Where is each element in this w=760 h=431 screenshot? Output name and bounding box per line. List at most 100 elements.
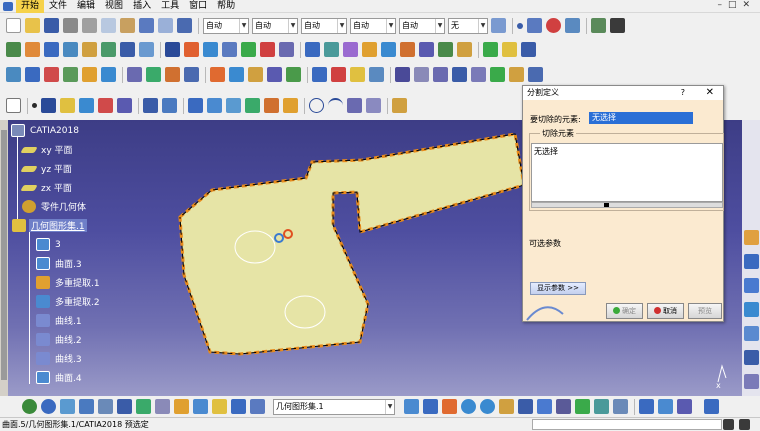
cut-icon[interactable] [82, 18, 97, 33]
whats-this-icon[interactable] [177, 18, 192, 33]
pan-icon[interactable] [423, 399, 438, 414]
plane-icon[interactable] [502, 42, 517, 57]
tree-item-part-body[interactable]: 零件几何体 [22, 198, 88, 215]
menu-file[interactable]: 文件 [44, 0, 72, 13]
helix-tool-icon[interactable] [207, 98, 222, 113]
analysis-icon[interactable] [210, 67, 225, 82]
normal-view-icon[interactable] [193, 399, 208, 414]
rolling-offset-icon[interactable] [63, 67, 78, 82]
menu-edit[interactable]: 编辑 [72, 0, 100, 13]
disassemble-icon[interactable] [222, 42, 237, 57]
multi-view-icon[interactable] [537, 399, 552, 414]
axis-icon[interactable] [60, 399, 75, 414]
point-icon[interactable] [517, 22, 523, 29]
law-icon[interactable] [331, 67, 346, 82]
tree-item-multi-extract-2[interactable]: 多重提取.2 [36, 293, 102, 310]
intersection-icon[interactable] [25, 67, 40, 82]
curvature-icon[interactable] [229, 67, 244, 82]
connect-icon[interactable] [162, 98, 177, 113]
iso-view-icon[interactable] [518, 399, 533, 414]
catia-logo-icon[interactable] [3, 1, 13, 11]
sphere-icon[interactable] [44, 42, 59, 57]
arrow-icon[interactable] [744, 374, 759, 389]
catalog-icon[interactable] [312, 67, 327, 82]
user-feature-icon[interactable] [528, 67, 543, 82]
projection-tool-icon[interactable] [79, 98, 94, 113]
spine-icon[interactable] [245, 98, 260, 113]
zoom-in-icon[interactable] [461, 399, 476, 414]
tree-item-surface-4[interactable]: 曲面.4 [36, 369, 84, 386]
snap-icon[interactable] [414, 67, 429, 82]
command-input[interactable] [532, 419, 722, 430]
menu-window[interactable]: 窗口 [184, 0, 212, 13]
select-icon[interactable] [212, 399, 227, 414]
preview-button[interactable]: 预览 [688, 303, 722, 319]
boundary-icon[interactable] [279, 42, 294, 57]
swap-visible-icon[interactable] [155, 399, 170, 414]
compass-icon[interactable] [79, 399, 94, 414]
power-copy-icon[interactable] [509, 67, 524, 82]
projection-icon[interactable] [6, 67, 21, 82]
heal-icon[interactable] [184, 42, 199, 57]
cylinder-icon[interactable] [63, 42, 78, 57]
chevron-down-icon[interactable]: ▼ [435, 18, 444, 33]
porcupine-icon[interactable] [286, 67, 301, 82]
walk-mode-icon[interactable] [41, 399, 56, 414]
ok-button[interactable]: 确定 [606, 303, 643, 319]
redo-icon[interactable] [158, 18, 173, 33]
fit-all-icon[interactable] [404, 399, 419, 414]
transparency-combo[interactable]: 自动 ▼ [252, 17, 298, 34]
translate-icon[interactable] [362, 42, 377, 57]
cut-elements-scrollbar[interactable] [531, 202, 723, 208]
tree-item-multi-extract-1[interactable]: 多重提取.1 [36, 274, 102, 291]
knowledge-icon[interactable] [392, 98, 407, 113]
tree-root[interactable]: CATIA2018 [11, 122, 81, 139]
render-icon[interactable] [613, 399, 628, 414]
extrapolate-icon[interactable] [457, 42, 472, 57]
plane-tool-icon[interactable] [60, 98, 75, 113]
tree-item-surface-3[interactable]: 曲面.3 [36, 255, 84, 272]
grid-icon[interactable] [98, 399, 113, 414]
measure-icon[interactable] [610, 18, 625, 33]
tree-item-geometric-set[interactable]: 几何图形集.1 [12, 217, 87, 234]
join-icon[interactable] [165, 42, 180, 57]
measure-item-icon[interactable] [639, 399, 654, 414]
ruler-icon[interactable] [174, 399, 189, 414]
record-icon[interactable] [723, 419, 734, 430]
copy-icon[interactable] [101, 18, 116, 33]
layer-icon[interactable] [117, 399, 132, 414]
extract-icon[interactable] [305, 42, 320, 57]
menu-insert[interactable]: 插入 [128, 0, 156, 13]
stop-icon[interactable] [739, 419, 750, 430]
untrim-icon[interactable] [203, 42, 218, 57]
undo-icon[interactable] [139, 18, 154, 33]
work-object-combo[interactable]: 几何图形集.1 ▼ [273, 398, 395, 415]
cube-icon[interactable] [744, 350, 759, 365]
cube-icon[interactable] [744, 278, 759, 293]
cube-icon[interactable] [744, 254, 759, 269]
instantiate-icon[interactable] [490, 67, 505, 82]
define-work-object-icon[interactable] [231, 399, 246, 414]
line-type-combo[interactable]: 自动 ▼ [350, 17, 396, 34]
curve-smooth-icon[interactable] [366, 98, 381, 113]
close-icon[interactable]: ✕ [706, 86, 714, 100]
pattern-icon[interactable] [433, 67, 448, 82]
cube-icon[interactable] [744, 326, 759, 341]
spline-icon[interactable] [565, 18, 580, 33]
circle-tool-icon[interactable] [309, 98, 324, 113]
reflect-line-icon[interactable] [101, 67, 116, 82]
circle-icon[interactable] [546, 18, 561, 33]
measure-between-icon[interactable] [658, 399, 673, 414]
paste-icon[interactable] [120, 18, 135, 33]
chevron-down-icon[interactable]: ▼ [239, 18, 248, 33]
polyline-tool-icon[interactable] [283, 98, 298, 113]
surface-shape[interactable] [178, 132, 526, 356]
arc-tool-icon[interactable] [328, 98, 343, 113]
trim-icon[interactable] [260, 42, 275, 57]
menu-start[interactable]: 开始 [16, 0, 45, 13]
parallel-curve-icon[interactable] [44, 67, 59, 82]
split-icon[interactable] [241, 42, 256, 57]
measure-inertia-icon[interactable] [677, 399, 692, 414]
tree-item-xy-plane[interactable]: xy 平面 [20, 141, 75, 158]
sketch-icon[interactable] [591, 18, 606, 33]
